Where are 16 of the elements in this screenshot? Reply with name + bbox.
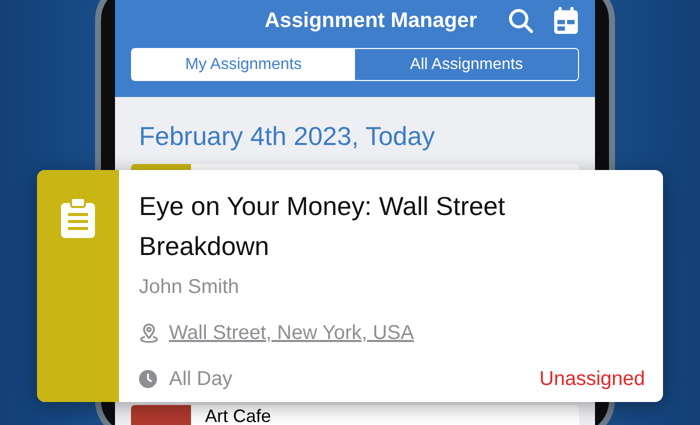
person-name: John Smith <box>139 275 240 300</box>
featured-card[interactable]: Eye on Your Money: Wall Street Breakdown John Smith Wall Street, New York, USA All Day Unassigned <box>37 170 663 402</box>
location-link[interactable]: Wall Street, New York, USA <box>169 318 414 348</box>
tab[interactable]: My Assignments <box>132 49 355 80</box>
time-label: All Day <box>169 367 232 392</box>
clock-icon <box>139 370 157 388</box>
calendar-icon[interactable] <box>553 7 579 35</box>
clipboard-icon <box>61 198 95 238</box>
location-pin-icon <box>139 323 159 343</box>
assignment-title: Art Cafe <box>204 405 272 425</box>
status-label: Unassigned <box>539 367 645 392</box>
search-icon[interactable] <box>507 7 535 35</box>
assignment-title: Eye on Your Money: Wall Street Breakdown <box>139 190 506 263</box>
date-heading: February 4th 2023, Today <box>138 120 436 153</box>
assignment-card[interactable]: Art Cafe <box>131 405 579 425</box>
header-title: Assignment Manager <box>264 8 477 34</box>
